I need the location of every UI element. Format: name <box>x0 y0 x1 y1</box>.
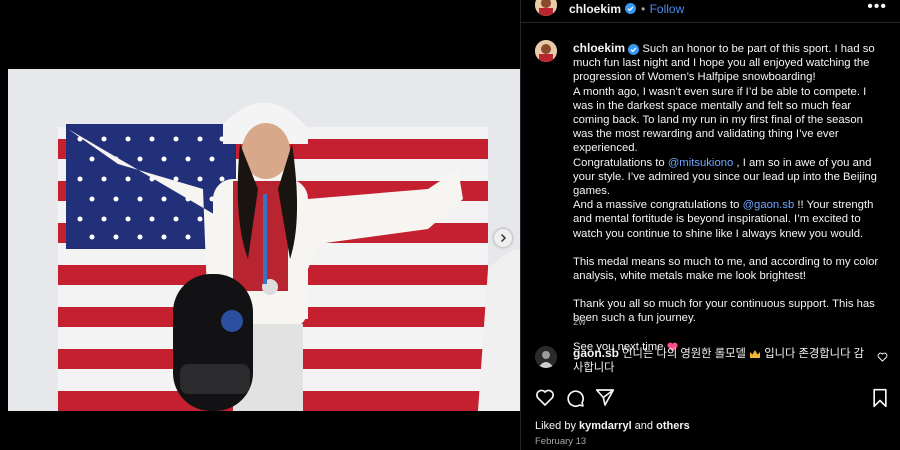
verified-icon <box>625 3 637 15</box>
snowboard <box>173 274 253 411</box>
comment-item: gaon.sb 언니는 나의 영원한 롤모델 입니다 존경합니다 감사합니다 <box>573 346 873 375</box>
likes-user-link[interactable]: kymdarryl <box>579 420 632 432</box>
caption-username[interactable]: chloekim <box>573 41 625 55</box>
share-icon[interactable] <box>595 388 615 407</box>
mention-link[interactable]: @gaon.sb <box>743 199 795 211</box>
post-media-panel <box>0 0 520 450</box>
comment-icon[interactable] <box>565 388 585 408</box>
caption-text-2: A month ago, I wasn’t even sure if I’d b… <box>573 85 867 155</box>
mention-link[interactable]: @mitsukiono <box>668 157 733 169</box>
likes-others-link[interactable]: others <box>656 420 690 432</box>
congrats-2-prefix: And a massive congratulations to <box>573 199 743 212</box>
post-details-panel: chloekim • Follow ••• chloekim Such an h… <box>520 0 900 450</box>
congrats-1-prefix: Congratulations to <box>573 156 668 169</box>
header-username[interactable]: chloekim <box>569 2 621 16</box>
comment-text-1: 언니는 나의 영원한 롤모델 <box>622 348 746 360</box>
commenter-avatar[interactable] <box>535 346 557 368</box>
post-age: 2w <box>573 317 586 328</box>
caption-author-avatar[interactable] <box>535 40 557 62</box>
follow-button[interactable]: Follow <box>650 2 685 16</box>
header-user-row: chloekim • Follow <box>569 0 684 18</box>
crown-emoji <box>750 350 761 359</box>
likes-and: and <box>631 420 657 432</box>
carousel-next-icon <box>500 233 507 243</box>
post-date: February 13 <box>535 436 587 447</box>
caption-thanks-text: Thank you all so much for your continuou… <box>573 298 875 325</box>
more-options-button[interactable]: ••• <box>867 0 887 16</box>
post-actions-bar <box>535 388 890 410</box>
avatar-image <box>535 40 557 62</box>
separator-dot: • <box>640 2 646 16</box>
olympic-athlete-photo <box>8 69 520 411</box>
likes-summary: Liked by kymdarryl and others <box>535 420 690 432</box>
heart-icon[interactable] <box>535 388 555 407</box>
comment-username[interactable]: gaon.sb <box>573 346 619 360</box>
post-header: chloekim • Follow ••• <box>521 0 900 23</box>
avatar-image <box>535 346 557 368</box>
caption-congrats-1: Congratulations to @mitsukiono , I am so… <box>573 156 883 199</box>
carousel-next-button[interactable] <box>494 229 512 247</box>
post-photo[interactable] <box>8 69 520 411</box>
caption-congrats-2: And a massive congratulations to @gaon.s… <box>573 198 883 241</box>
more-icon: ••• <box>867 0 887 15</box>
likes-prefix: Liked by <box>535 420 580 432</box>
bookmark-icon[interactable] <box>871 388 889 408</box>
avatar-image <box>535 0 557 16</box>
post-caption: chloekim Such an honor to be part of thi… <box>573 41 883 354</box>
caption-medal-text: This medal means so much to me, and acco… <box>573 255 879 283</box>
comment-like-icon[interactable] <box>877 352 888 362</box>
verified-icon <box>628 43 640 55</box>
author-avatar[interactable] <box>535 0 557 16</box>
